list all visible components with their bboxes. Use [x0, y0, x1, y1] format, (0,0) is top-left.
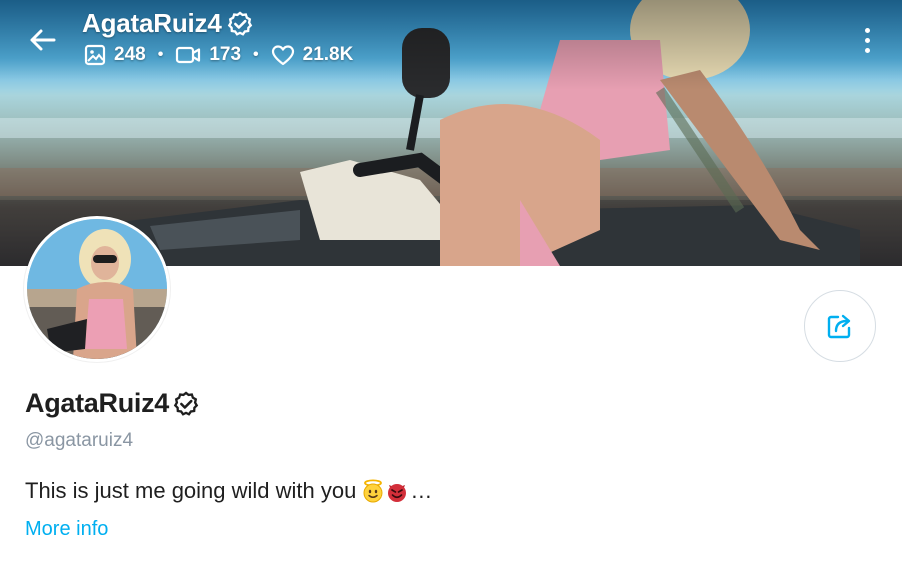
header-display-name: AgataRuiz4	[82, 8, 222, 38]
verified-badge-icon	[172, 390, 200, 418]
more-options-button[interactable]	[852, 20, 882, 60]
profile-display-name: AgataRuiz4	[25, 388, 170, 418]
back-button[interactable]	[22, 20, 62, 60]
videos-count: 173	[209, 44, 242, 65]
stat-separator: •	[253, 46, 259, 63]
profile-bio: This is just me going wild with you …	[25, 478, 432, 504]
more-vertical-icon-dot	[864, 47, 870, 53]
profile-handle: @agataruiz4	[25, 430, 134, 451]
avatar[interactable]	[24, 216, 170, 362]
smiling-face-with-horns-icon	[386, 479, 408, 503]
likes-count: 21.8K	[302, 44, 354, 65]
more-info-link[interactable]: More info	[25, 518, 108, 541]
smiling-face-with-halo-icon	[362, 479, 384, 503]
videos-stat: 173	[175, 44, 241, 66]
more-vertical-icon-dot	[864, 27, 870, 33]
share-button[interactable]	[804, 290, 876, 362]
header-title: AgataRuiz4	[82, 8, 254, 39]
video-camera-icon	[175, 45, 201, 65]
verified-badge-icon	[226, 10, 254, 38]
avatar-image	[27, 219, 167, 359]
header-stats: 248 • 173 • 21.8K	[84, 44, 353, 66]
photos-count: 248	[114, 44, 146, 65]
photos-stat: 248	[84, 44, 146, 66]
heart-outline-icon	[271, 44, 295, 66]
stat-separator: •	[157, 46, 164, 63]
bio-ellipsis: …	[410, 478, 433, 503]
more-vertical-icon-dot	[864, 37, 870, 43]
likes-stat: 21.8K	[271, 44, 354, 66]
bio-text: This is just me going wild with you	[25, 478, 357, 503]
profile-name: AgataRuiz4	[25, 388, 200, 419]
share-icon	[827, 314, 851, 339]
image-icon	[84, 44, 106, 66]
arrow-left-icon	[30, 29, 56, 51]
